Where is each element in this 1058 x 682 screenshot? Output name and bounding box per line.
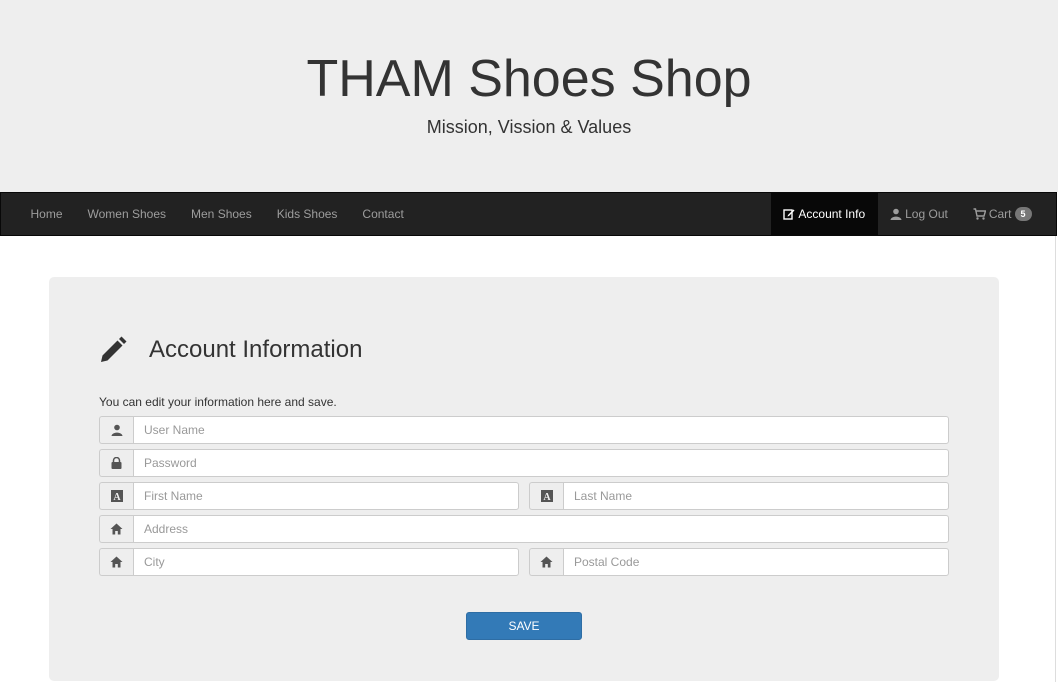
name-row: A A [99,482,949,510]
user-icon [99,416,133,444]
main-navbar: Home Women Shoes Men Shoes Kids Shoes Co… [0,192,1057,236]
svg-text:A: A [543,492,551,502]
form-heading: Account Information [99,332,362,368]
svg-text:A: A [113,492,121,502]
address-row [99,515,949,543]
user-icon [890,208,902,220]
nav-contact[interactable]: Contact [350,193,416,235]
nav-men-shoes[interactable]: Men Shoes [179,193,265,235]
account-form-panel: Account Information You can edit your in… [49,277,999,681]
firstname-group: A [99,482,519,510]
postal-group [529,548,949,576]
cart-count-badge: 5 [1014,207,1032,221]
username-group [99,416,949,444]
firstname-input[interactable] [133,482,519,510]
nav-logout-label: Log Out [905,207,948,221]
nav-home[interactable]: Home [18,193,75,235]
nav-cart-label: Cart [988,207,1012,221]
nav-account-label: Account Info [798,207,866,221]
site-header: THAM Shoes Shop Mission, Vission & Value… [0,0,1058,192]
pencil-icon [99,336,127,364]
nav-women-shoes[interactable]: Women Shoes [75,193,179,235]
form-intro: You can edit your information here and s… [99,395,337,409]
form-title: Account Information [149,336,363,363]
username-row [99,416,949,444]
city-input[interactable] [133,548,519,576]
nav-account-info[interactable]: Account Info [770,193,878,235]
font-icon: A [99,482,133,510]
home-icon [529,548,563,576]
edit-icon [783,208,795,220]
city-group [99,548,519,576]
lastname-group: A [529,482,949,510]
address-input[interactable] [133,515,949,543]
nav-logout[interactable]: Log Out [878,193,961,235]
nav-kids-shoes[interactable]: Kids Shoes [264,193,350,235]
address-group [99,515,949,543]
home-icon [99,515,133,543]
home-icon [99,548,133,576]
password-group [99,449,949,477]
page-edge-divider [1055,236,1056,682]
lock-icon [99,449,133,477]
cart-icon [973,208,986,220]
nav-links: Home Women Shoes Men Shoes Kids Shoes Co… [18,193,416,235]
username-input[interactable] [133,416,949,444]
font-icon: A [529,482,563,510]
site-subtitle: Mission, Vission & Values [426,117,632,137]
nav-user-links: Account Info Log Out Cart 5 [770,193,1044,235]
save-button[interactable]: SAVE [466,612,582,640]
nav-cart[interactable]: Cart 5 [960,193,1044,235]
city-postal-row [99,548,949,576]
lastname-input[interactable] [563,482,949,510]
postal-code-input[interactable] [563,548,949,576]
site-title: THAM Shoes Shop [306,50,752,108]
password-row [99,449,949,477]
password-input[interactable] [133,449,949,477]
